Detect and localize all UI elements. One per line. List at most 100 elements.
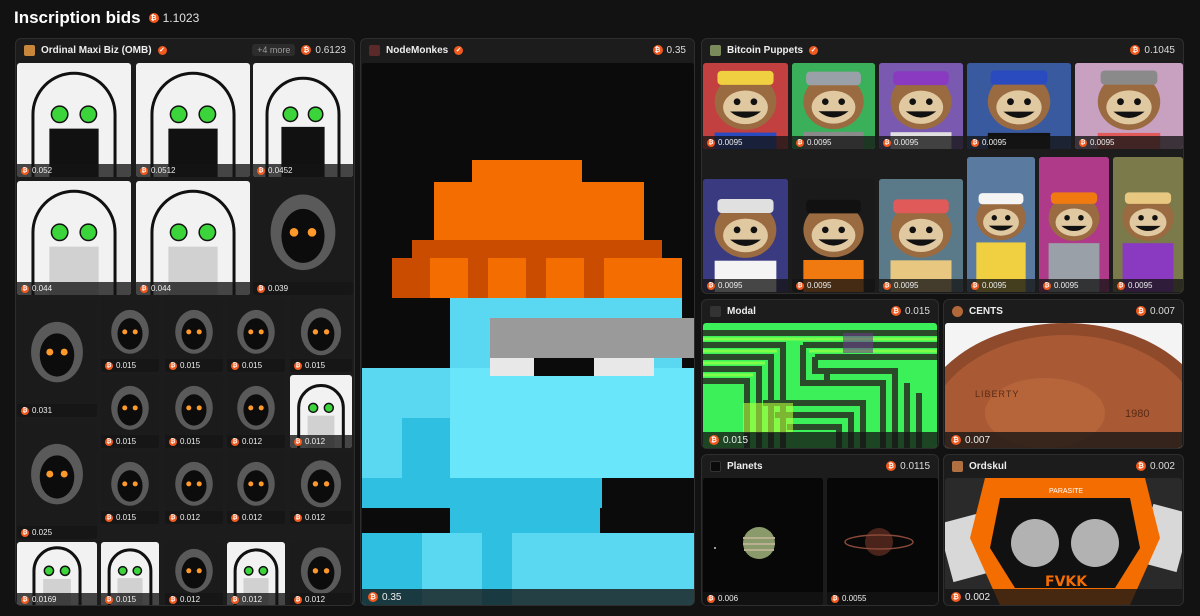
- puppet-tile[interactable]: ₿ 0.0095: [1039, 157, 1109, 292]
- bid-caption: ₿ 0.0095: [967, 279, 1035, 292]
- nodemonke-image[interactable]: ₿ 0.35: [362, 63, 694, 605]
- panel-header: NodeMonkes ✓ ₿ 0.35: [361, 39, 694, 61]
- omb-tile[interactable]: ₿ 0.012: [165, 542, 223, 605]
- bid-caption: ₿ 0.0095: [879, 279, 963, 292]
- puppet-tile[interactable]: ₿ 0.0095: [1075, 63, 1183, 149]
- puppet-tile[interactable]: ₿ 0.0095: [967, 157, 1035, 292]
- collection-panel-cents[interactable]: CENTS ₿ 0.007 LIBERTY 1980 ₿ 0.007: [943, 299, 1184, 449]
- bid-caption: ₿ 0.0512: [136, 164, 250, 177]
- btc-icon: ₿: [1043, 281, 1051, 290]
- planet-art: [703, 478, 823, 605]
- puppet-tile[interactable]: ₿ 0.0095: [792, 179, 875, 292]
- omb-tile[interactable]: ₿ 0.012: [290, 542, 352, 605]
- puppet-art: [1039, 157, 1109, 292]
- puppet-tile[interactable]: ₿ 0.0095: [1113, 157, 1183, 292]
- collection-panel-planets[interactable]: Planets ₿ 0.0115 ₿ 0.006 ₿ 0.0055: [701, 454, 939, 606]
- bid-caption: ₿ 0.012: [290, 435, 352, 448]
- collection-panel-bitcoin-puppets[interactable]: Bitcoin Puppets ✓ ₿ 0.1045 ₿ 0.0095 ₿ 0.00…: [701, 38, 1184, 294]
- bid-caption: ₿ 0.0095: [792, 279, 875, 292]
- puppet-tile[interactable]: ₿ 0.0095: [967, 63, 1071, 149]
- bid-caption: ₿ 0.015: [165, 359, 223, 372]
- collection-panel-modal[interactable]: Modal ₿ 0.015 ₿ 0.015: [701, 299, 939, 449]
- btc-icon: ₿: [1135, 306, 1146, 316]
- bid-caption: ₿ 0.0169: [17, 593, 97, 605]
- bid-caption: ₿ 0.012: [227, 435, 285, 448]
- omb-tile[interactable]: ₿ 0.012: [290, 451, 352, 524]
- bid-caption: ₿ 0.015: [227, 359, 285, 372]
- ordskul-sign: PARASITE: [1049, 488, 1084, 495]
- bid-caption: ₿ 0.0095: [879, 136, 963, 149]
- btc-icon: ₿: [21, 406, 29, 415]
- collection-panel-omb[interactable]: Ordinal Maxi Biz (OMB) ✓ +4 more ₿ 0.612…: [15, 38, 355, 606]
- btc-icon: ₿: [831, 594, 839, 603]
- omb-art: [265, 76, 341, 177]
- puppet-tile[interactable]: ₿ 0.0095: [879, 63, 963, 149]
- omb-tile[interactable]: ₿ 0.012: [227, 451, 285, 524]
- omb-tile[interactable]: ₿ 0.015: [101, 451, 159, 524]
- cents-image[interactable]: LIBERTY 1980 ₿ 0.007: [945, 323, 1182, 448]
- omb-tile[interactable]: ₿ 0.0452: [253, 63, 353, 177]
- btc-icon: ₿: [709, 435, 719, 445]
- btc-icon: ₿: [257, 284, 265, 293]
- omb-tile[interactable]: ₿ 0.012: [290, 375, 352, 448]
- omb-tile[interactable]: ₿ 0.031: [17, 299, 97, 417]
- btc-icon: ₿: [294, 437, 302, 446]
- bid-caption: ₿ 0.007: [945, 432, 1182, 448]
- bid-caption: ₿ 0.012: [227, 593, 285, 605]
- penny-art: [945, 323, 1182, 448]
- btc-icon: ₿: [368, 592, 378, 602]
- collection-logo-icon: [369, 44, 380, 56]
- omb-tile[interactable]: ₿ 0.015: [101, 542, 159, 605]
- omb-tile[interactable]: ₿ 0.015: [165, 375, 223, 448]
- page-header: Inscription bids ₿ 1.1023: [14, 6, 199, 30]
- btc-icon: ₿: [294, 513, 302, 522]
- bid-caption: ₿ 0.012: [290, 593, 352, 605]
- btc-icon: ₿: [883, 281, 891, 290]
- collection-name: Ordskul: [969, 460, 1007, 472]
- puppet-tile[interactable]: ₿ 0.0095: [792, 63, 875, 149]
- planet-tile[interactable]: ₿ 0.0055: [827, 478, 938, 605]
- planet-tile[interactable]: ₿ 0.006: [703, 478, 823, 605]
- puppet-tile[interactable]: ₿ 0.0095: [703, 63, 788, 149]
- puppet-art: [792, 179, 875, 292]
- omb-tile[interactable]: ₿ 0.015: [101, 375, 159, 448]
- btc-icon: ₿: [148, 13, 159, 23]
- btc-icon: ₿: [21, 528, 29, 537]
- omb-tile[interactable]: ₿ 0.052: [17, 63, 131, 177]
- btc-icon: ₿: [105, 595, 113, 604]
- btc-icon: ₿: [169, 437, 177, 446]
- omb-tile[interactable]: ₿ 0.0512: [136, 63, 250, 177]
- omb-tile[interactable]: ₿ 0.025: [17, 421, 97, 539]
- omb-tile[interactable]: ₿ 0.012: [227, 542, 285, 605]
- collection-price: ₿ 0.002: [1135, 461, 1175, 472]
- bid-caption: ₿ 0.0055: [827, 592, 938, 605]
- omb-tile[interactable]: ₿ 0.012: [227, 375, 285, 448]
- omb-tile[interactable]: ₿ 0.015: [227, 299, 285, 372]
- panel-header: Modal ₿ 0.015: [702, 300, 938, 322]
- bid-caption: ₿ 0.35: [362, 589, 694, 605]
- bid-caption: ₿ 0.031: [17, 404, 97, 417]
- btc-icon: ₿: [169, 361, 177, 370]
- collection-panel-ordskul[interactable]: Ordskul ₿ 0.002 PARASITE FVKK ₿ 0.002: [943, 454, 1184, 606]
- btc-icon: ₿: [21, 284, 29, 293]
- omb-tile[interactable]: ₿ 0.015: [290, 299, 352, 372]
- verified-badge-icon: ✓: [157, 45, 167, 55]
- omb-tile[interactable]: ₿ 0.039: [253, 181, 353, 295]
- modal-image[interactable]: ₿ 0.015: [703, 323, 937, 448]
- omb-tile[interactable]: ₿ 0.012: [165, 451, 223, 524]
- ordskul-image[interactable]: PARASITE FVKK ₿ 0.002: [945, 478, 1182, 605]
- collection-panel-nodemonkes[interactable]: NodeMonkes ✓ ₿ 0.35 ₿ 0.35: [360, 38, 695, 606]
- omb-tile[interactable]: ₿ 0.044: [17, 181, 131, 295]
- omb-tile[interactable]: ₿ 0.0169: [17, 542, 97, 605]
- puppet-art: [703, 179, 788, 292]
- omb-art: [17, 299, 97, 417]
- omb-art: [253, 181, 353, 295]
- omb-tile[interactable]: ₿ 0.015: [165, 299, 223, 372]
- puppet-tile[interactable]: ₿ 0.0095: [703, 179, 788, 292]
- bid-caption: ₿ 0.025: [17, 526, 97, 539]
- omb-tile[interactable]: ₿ 0.044: [136, 181, 250, 295]
- omb-tile[interactable]: ₿ 0.015: [101, 299, 159, 372]
- puppet-tile[interactable]: ₿ 0.0095: [879, 179, 963, 292]
- bid-caption: ₿ 0.015: [165, 435, 223, 448]
- more-button[interactable]: +4 more: [252, 44, 296, 56]
